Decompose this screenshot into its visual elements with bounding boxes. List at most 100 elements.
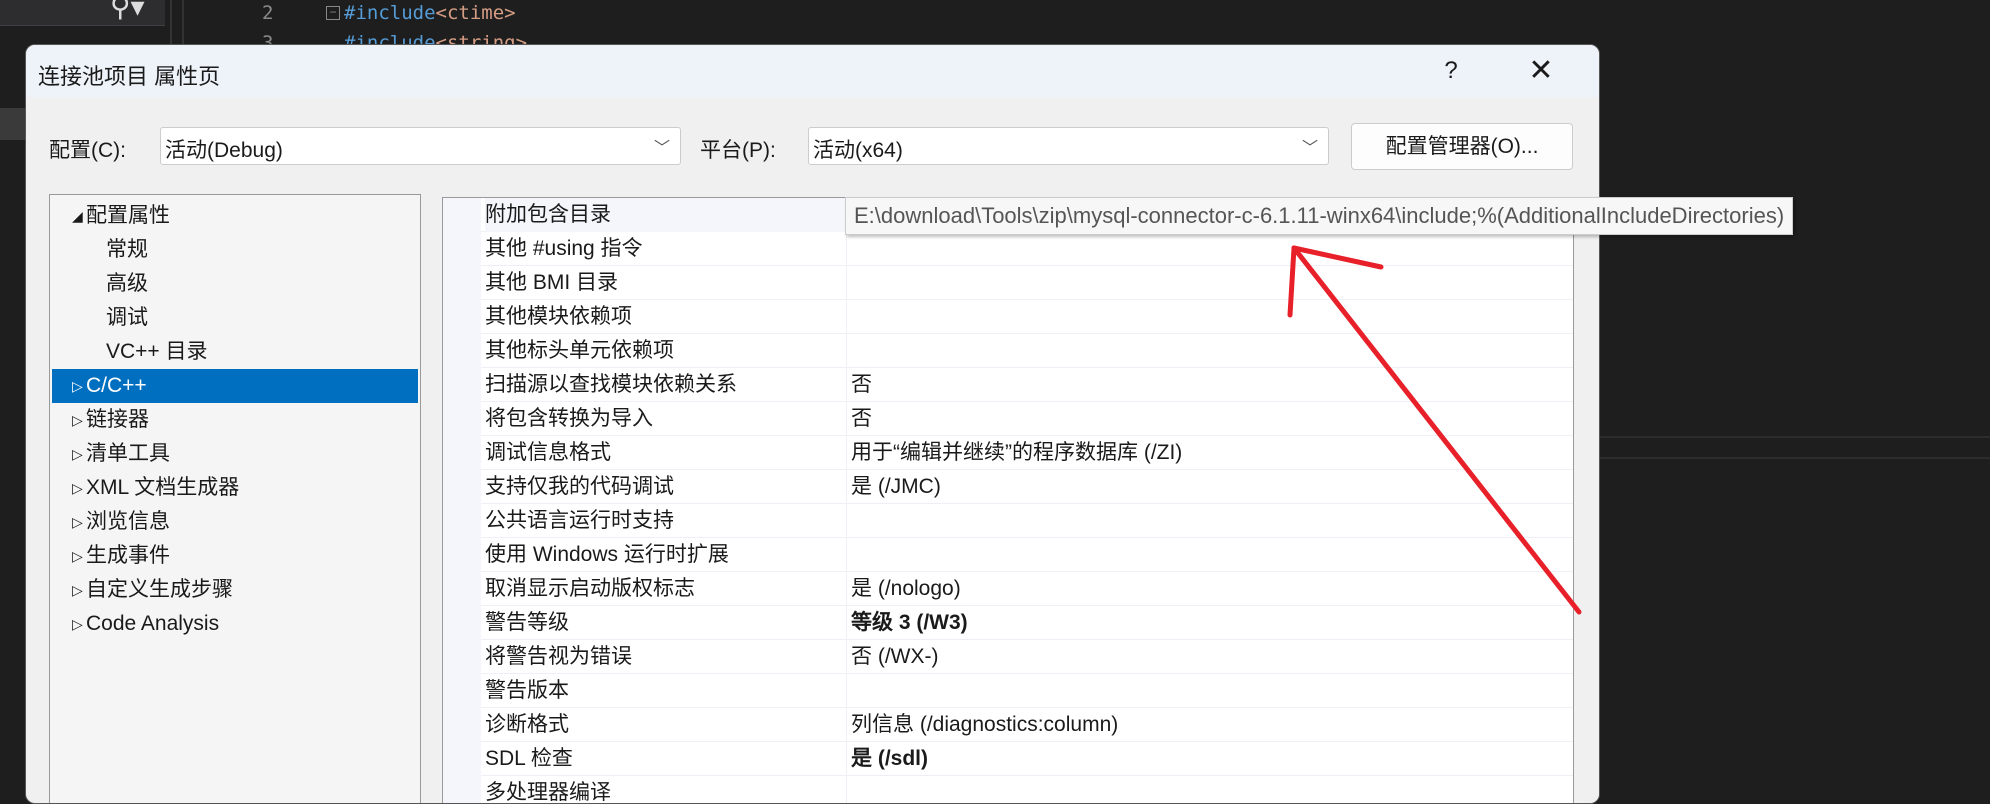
property-row[interactable]: 支持仅我的代码调试是 (/JMC): [481, 470, 1573, 504]
platform-dropdown[interactable]: 活动(x64) ﹀: [808, 127, 1329, 165]
property-row[interactable]: 诊断格式 列信息 (/diagnostics:column): [481, 708, 1573, 742]
tree-item[interactable]: 常规: [52, 233, 418, 267]
property-row[interactable]: 公共语言运行时支持: [481, 504, 1573, 538]
property-value[interactable]: 否 (/WX-): [851, 640, 938, 674]
tree-item[interactable]: ▷ XML 文档生成器: [52, 471, 418, 505]
property-name: 诊断格式: [485, 708, 847, 742]
tree-item-label: VC++ 目录: [106, 340, 208, 363]
property-row[interactable]: 其他标头单元依赖项: [481, 334, 1573, 368]
config-label: 配置(C):: [49, 139, 126, 162]
platform-value: 活动(x64): [813, 139, 903, 162]
tree-item-label: 调试: [106, 306, 148, 329]
tree-item[interactable]: ▷ 生成事件: [52, 539, 418, 573]
property-row[interactable]: SDL 检查是 (/sdl): [481, 742, 1573, 776]
expand-triangle-icon[interactable]: ▷: [72, 471, 83, 505]
grid-gutter: [443, 198, 481, 803]
property-row[interactable]: 警告版本: [481, 674, 1573, 708]
property-name: 其他标头单元依赖项: [485, 334, 847, 368]
property-row[interactable]: 其他模块依赖项: [481, 300, 1573, 334]
property-row[interactable]: 其他 #using 指令: [481, 232, 1573, 266]
expand-triangle-icon[interactable]: ▷: [72, 539, 83, 573]
property-name: 将包含转换为导入: [485, 402, 847, 436]
tree-item[interactable]: ▷ 清单工具: [52, 437, 418, 471]
platform-label: 平台(P):: [700, 139, 776, 162]
collapse-triangle-icon[interactable]: ◢: [72, 199, 83, 233]
search-icon[interactable]: ⚲▾: [110, 0, 145, 23]
property-name: 其他 BMI 目录: [485, 266, 847, 300]
tree-item[interactable]: ▷ 浏览信息: [52, 505, 418, 539]
property-name: SDL 检查: [485, 742, 847, 776]
property-value[interactable]: 否: [851, 368, 872, 402]
divider: [1600, 436, 1990, 438]
property-name: 调试信息格式: [485, 436, 847, 470]
tree-item-label: 生成事件: [86, 544, 170, 567]
property-name: 将警告视为错误: [485, 640, 847, 674]
property-value[interactable]: 是 (/nologo): [851, 572, 961, 606]
property-tree: ◢ 配置属性 常规 高级 调试 VC++ 目录 ▷ C/C++ ▷ 链接器 ▷ 清单工具 ▷ XML 文档…: [49, 194, 421, 803]
property-name: 取消显示启动版权标志: [485, 572, 847, 606]
title-bar[interactable]: 连接池项目 属性页 ? ✕: [26, 45, 1599, 97]
tree-item-label: 清单工具: [86, 442, 170, 465]
property-value[interactable]: 否: [851, 402, 872, 436]
tree-item[interactable]: ◢ 配置属性: [52, 199, 418, 233]
property-name: 其他 #using 指令: [485, 232, 847, 266]
property-value[interactable]: 列信息 (/diagnostics:column): [851, 708, 1118, 742]
chevron-down-icon: ﹀: [653, 140, 670, 157]
tree-item[interactable]: ▷ 链接器: [52, 403, 418, 437]
expand-triangle-icon[interactable]: ▷: [72, 607, 83, 641]
tree-item-label: 浏览信息: [86, 510, 170, 533]
tree-item-label: XML 文档生成器: [86, 476, 240, 499]
expand-triangle-icon[interactable]: ▷: [72, 573, 83, 607]
property-value[interactable]: 是 (/sdl): [851, 742, 928, 776]
property-name: 其他模块依赖项: [485, 300, 847, 334]
close-button[interactable]: ✕: [1516, 53, 1566, 89]
value-tooltip: E:\download\Tools\zip\mysql-connector-c-…: [845, 197, 1794, 235]
dialog-title: 连接池项目 属性页: [38, 64, 221, 89]
expand-triangle-icon[interactable]: ▷: [72, 437, 83, 471]
property-name: 警告版本: [485, 674, 847, 708]
property-name: 支持仅我的代码调试: [485, 470, 847, 504]
property-row[interactable]: 将警告视为错误否 (/WX-): [481, 640, 1573, 674]
tree-item[interactable]: VC++ 目录: [52, 335, 418, 369]
property-row[interactable]: 调试信息格式 用于“编辑并继续”的程序数据库 (/ZI): [481, 436, 1573, 470]
config-value: 活动(Debug): [165, 139, 283, 162]
tree-item-label: 链接器: [86, 408, 149, 431]
config-dropdown[interactable]: 活动(Debug) ﹀: [160, 127, 681, 165]
tree-item[interactable]: 高级: [52, 267, 418, 301]
property-row[interactable]: 多处理器编译: [481, 776, 1573, 803]
tree-item-label: 自定义生成步骤: [86, 578, 233, 601]
property-row[interactable]: 使用 Windows 运行时扩展: [481, 538, 1573, 572]
expand-triangle-icon[interactable]: ▷: [72, 369, 83, 403]
expand-triangle-icon[interactable]: ▷: [72, 403, 83, 437]
property-name: 使用 Windows 运行时扩展: [485, 538, 847, 572]
property-name: 扫描源以查找模块依赖关系: [485, 368, 847, 402]
tree-item[interactable]: 调试: [52, 301, 418, 335]
property-value[interactable]: 等级 3 (/W3): [851, 606, 968, 640]
property-row[interactable]: 扫描源以查找模块依赖关系否: [481, 368, 1573, 402]
line-number: 2: [262, 2, 274, 24]
tree-item-label: Code Analysis: [86, 612, 220, 635]
property-row[interactable]: 将包含转换为导入否: [481, 402, 1573, 436]
dialog-margin: [1574, 197, 1599, 803]
property-row[interactable]: 警告等级 等级 3 (/W3): [481, 606, 1573, 640]
property-value[interactable]: 是 (/JMC): [851, 470, 941, 504]
expand-triangle-icon[interactable]: ▷: [72, 505, 83, 539]
tree-item[interactable]: ▷ Code Analysis: [52, 607, 418, 641]
property-name: 公共语言运行时支持: [485, 504, 847, 538]
code-line[interactable]: #include<ctime>: [344, 2, 516, 24]
tree-item[interactable]: ▷ C/C++: [52, 369, 418, 403]
property-row[interactable]: 其他 BMI 目录: [481, 266, 1573, 300]
help-button[interactable]: ?: [1426, 53, 1476, 89]
property-pages-dialog: 连接池项目 属性页 ? ✕ 配置(C): 活动(Debug) ﹀ 平台(P): 活…: [25, 44, 1600, 804]
property-value[interactable]: 用于“编辑并继续”的程序数据库 (/ZI): [851, 436, 1182, 470]
property-grid: 附加包含目录 其他 #using 指令 其他 BMI 目录 其他模块依赖项 其他标头单元…: [442, 197, 1574, 803]
tree-item[interactable]: ▷ 自定义生成步骤: [52, 573, 418, 607]
sidebar-selected-item[interactable]: [0, 108, 25, 140]
collapse-icon[interactable]: −: [326, 6, 340, 20]
property-row[interactable]: 取消显示启动版权标志是 (/nologo): [481, 572, 1573, 606]
code-arg: <ctime>: [435, 2, 516, 24]
property-name: 附加包含目录: [485, 198, 847, 232]
config-manager-button[interactable]: 配置管理器(O)...: [1351, 123, 1573, 170]
divider: [1600, 457, 1990, 459]
tree-item-label: C/C++: [86, 374, 147, 397]
